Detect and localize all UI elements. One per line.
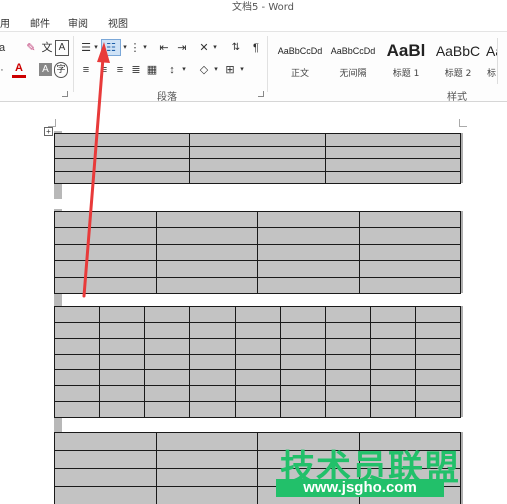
annotation-arrow bbox=[82, 42, 110, 298]
